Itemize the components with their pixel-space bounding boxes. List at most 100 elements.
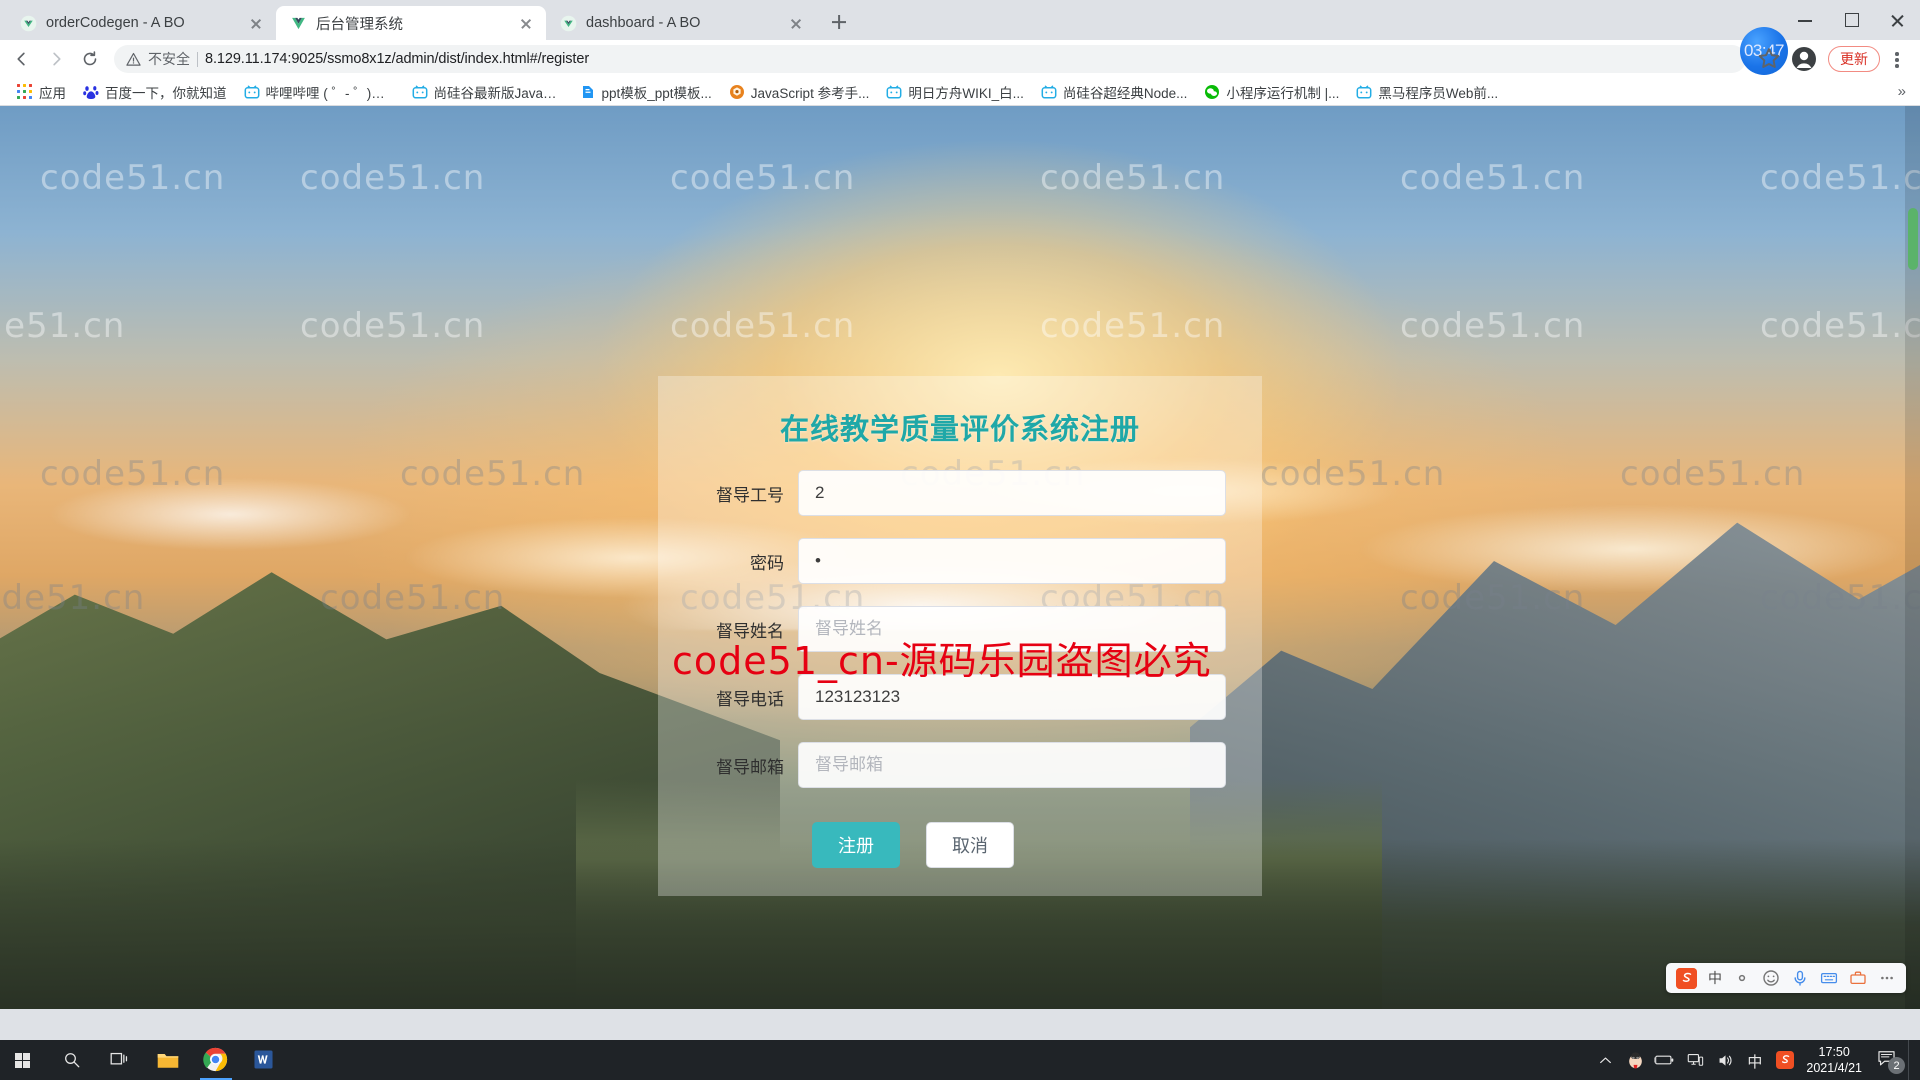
mdn-icon <box>729 84 745 100</box>
windows-start-icon[interactable] <box>0 1040 48 1080</box>
url-text: 8.129.11.174:9025/ssmo8x1z/admin/dist/in… <box>205 51 590 67</box>
vue-icon <box>20 15 37 32</box>
tab-title: 后台管理系统 <box>316 16 403 33</box>
taskbar-clock[interactable]: 17:50 2021/4/21 <box>1800 1040 1872 1080</box>
update-button[interactable]: 更新 <box>1828 46 1880 72</box>
supervisor-phone-input[interactable] <box>798 674 1226 720</box>
close-icon[interactable] <box>246 13 266 33</box>
field-label: 督导电话 <box>716 689 784 709</box>
scrollbar-thumb[interactable] <box>1908 208 1918 270</box>
close-icon[interactable] <box>786 13 806 33</box>
bookmark-label: 哔哩哔哩 ( ゜- ゜)つ... <box>265 85 395 101</box>
sogou-logo-icon[interactable] <box>1676 967 1697 989</box>
field-row-supervisor-phone: 督导电话 <box>658 674 1262 720</box>
tab-title: dashboard - A BO <box>586 15 701 31</box>
browser-toolbar: 不安全 8.129.11.174:9025/ssmo8x1z/admin/dis… <box>0 27 1920 78</box>
bookmarks-bar: 应用 百度一下，你就知道 哔哩哔哩 ( ゜- ゜)つ... 尚硅谷最新版Java… <box>0 78 1920 106</box>
google-chrome-icon[interactable] <box>192 1040 240 1080</box>
account-avatar-icon[interactable] <box>1788 43 1820 75</box>
apps-grid-icon <box>17 83 33 100</box>
bilibili-icon <box>1356 84 1372 100</box>
bookmark-label: ppt模板_ppt模板... <box>601 85 712 101</box>
battery-icon[interactable] <box>1650 1040 1680 1080</box>
ime-language-label[interactable]: 中 <box>1708 968 1722 988</box>
ppt-icon <box>580 84 596 100</box>
bookmarks-overflow-button[interactable]: » <box>1890 83 1914 100</box>
bookmark-atguigu-node[interactable]: 尚硅谷超经典Node... <box>1034 79 1195 105</box>
smiley-icon[interactable] <box>1762 969 1780 987</box>
page-scrollbar[interactable] <box>1905 106 1920 1009</box>
bilibili-icon <box>244 84 260 100</box>
bookmark-miniprogram-docs[interactable]: 小程序运行机制 |... <box>1197 79 1346 105</box>
dot-icon[interactable] <box>1733 969 1751 987</box>
bookmark-heima-web[interactable]: 黑马程序员Web前... <box>1349 79 1505 105</box>
bookmark-ppt-template[interactable]: ppt模板_ppt模板... <box>573 79 719 105</box>
kebab-menu-icon[interactable] <box>1884 44 1910 74</box>
search-icon[interactable] <box>48 1040 96 1080</box>
field-row-supervisor-email: 督导邮箱 <box>658 742 1262 788</box>
baidu-icon <box>83 84 99 100</box>
reload-icon[interactable] <box>74 43 106 75</box>
bilibili-icon <box>1041 84 1057 100</box>
more-icon[interactable] <box>1878 969 1896 987</box>
security-status-label: 不安全 <box>148 51 190 67</box>
notification-badge: 2 <box>1888 1057 1905 1074</box>
browser-tab-2[interactable]: 后台管理系统 <box>276 6 546 40</box>
field-row-supervisor-name: 督导姓名 <box>658 606 1262 652</box>
microsoft-word-icon[interactable] <box>240 1040 288 1080</box>
field-label: 密码 <box>750 553 784 573</box>
bookmark-bilibili[interactable]: 哔哩哔哩 ( ゜- ゜)つ... <box>237 79 402 105</box>
supervisor-id-input[interactable] <box>798 470 1226 516</box>
browser-window: orderCodegen - A BO 后台管理系统 dashboard - A… <box>0 0 1920 1040</box>
address-bar[interactable]: 不安全 8.129.11.174:9025/ssmo8x1z/admin/dis… <box>114 45 1746 73</box>
minimize-icon[interactable] <box>1782 0 1828 40</box>
close-icon[interactable] <box>516 13 536 33</box>
vue-icon <box>560 15 577 32</box>
bookmark-label: 尚硅谷最新版JavaS... <box>433 85 563 101</box>
windows-taskbar: 中 17:50 2021/4/21 2 <box>0 1040 1920 1080</box>
bookmark-label: 应用 <box>39 85 66 101</box>
supervisor-email-input[interactable] <box>798 742 1226 788</box>
toolbox-icon[interactable] <box>1849 969 1867 987</box>
bookmark-apps[interactable]: 应用 <box>10 79 73 105</box>
bookmark-label: 尚硅谷超经典Node... <box>1062 85 1188 101</box>
bookmark-atguigu-javascript[interactable]: 尚硅谷最新版JavaS... <box>405 79 570 105</box>
bookmark-label: JavaScript 参考手... <box>750 85 870 101</box>
mic-icon[interactable] <box>1791 969 1809 987</box>
page-title: 在线教学质量评价系统注册 <box>779 414 1140 446</box>
wechat-icon <box>1204 84 1220 100</box>
close-icon[interactable] <box>1874 0 1920 40</box>
notification-center-button[interactable]: 2 <box>1872 1040 1908 1080</box>
qq-icon[interactable] <box>1620 1040 1650 1080</box>
bookmark-label: 百度一下，你就知道 <box>105 85 227 101</box>
supervisor-name-input[interactable] <box>798 606 1226 652</box>
bookmark-javascript-reference[interactable]: JavaScript 参考手... <box>722 79 877 105</box>
tab-title: orderCodegen - A BO <box>46 15 185 31</box>
forward-arrow-icon[interactable] <box>40 43 72 75</box>
field-label: 督导邮箱 <box>716 757 784 777</box>
file-explorer-icon[interactable] <box>144 1040 192 1080</box>
browser-tab-3[interactable]: dashboard - A BO <box>546 6 816 40</box>
back-arrow-icon[interactable] <box>6 43 38 75</box>
browser-tab-1[interactable]: orderCodegen - A BO <box>6 6 276 40</box>
show-hidden-icons-icon[interactable] <box>1590 1040 1620 1080</box>
star-icon[interactable] <box>1754 44 1784 74</box>
sogou-icon[interactable] <box>1770 1040 1800 1080</box>
show-desktop-button[interactable] <box>1908 1040 1916 1080</box>
network-icon[interactable] <box>1680 1040 1710 1080</box>
keyboard-icon[interactable] <box>1820 969 1838 987</box>
ime-chinese-icon[interactable]: 中 <box>1740 1040 1770 1080</box>
password-input[interactable] <box>798 538 1226 584</box>
bookmark-label: 明日方舟WIKI_白... <box>908 85 1024 101</box>
maximize-icon[interactable] <box>1828 0 1874 40</box>
toolbar-right-actions: 03:47 更新 <box>1740 27 1910 75</box>
register-button[interactable]: 注册 <box>812 822 900 868</box>
volume-icon[interactable] <box>1710 1040 1740 1080</box>
bookmark-baidu[interactable]: 百度一下，你就知道 <box>76 79 234 105</box>
field-label: 督导姓名 <box>716 621 784 641</box>
bookmark-label: 黑马程序员Web前... <box>1378 85 1499 101</box>
cancel-button[interactable]: 取消 <box>926 822 1014 868</box>
task-view-icon[interactable] <box>96 1040 144 1080</box>
bookmark-arknights-wiki[interactable]: 明日方舟WIKI_白... <box>879 79 1031 105</box>
new-tab-button[interactable] <box>824 7 854 37</box>
